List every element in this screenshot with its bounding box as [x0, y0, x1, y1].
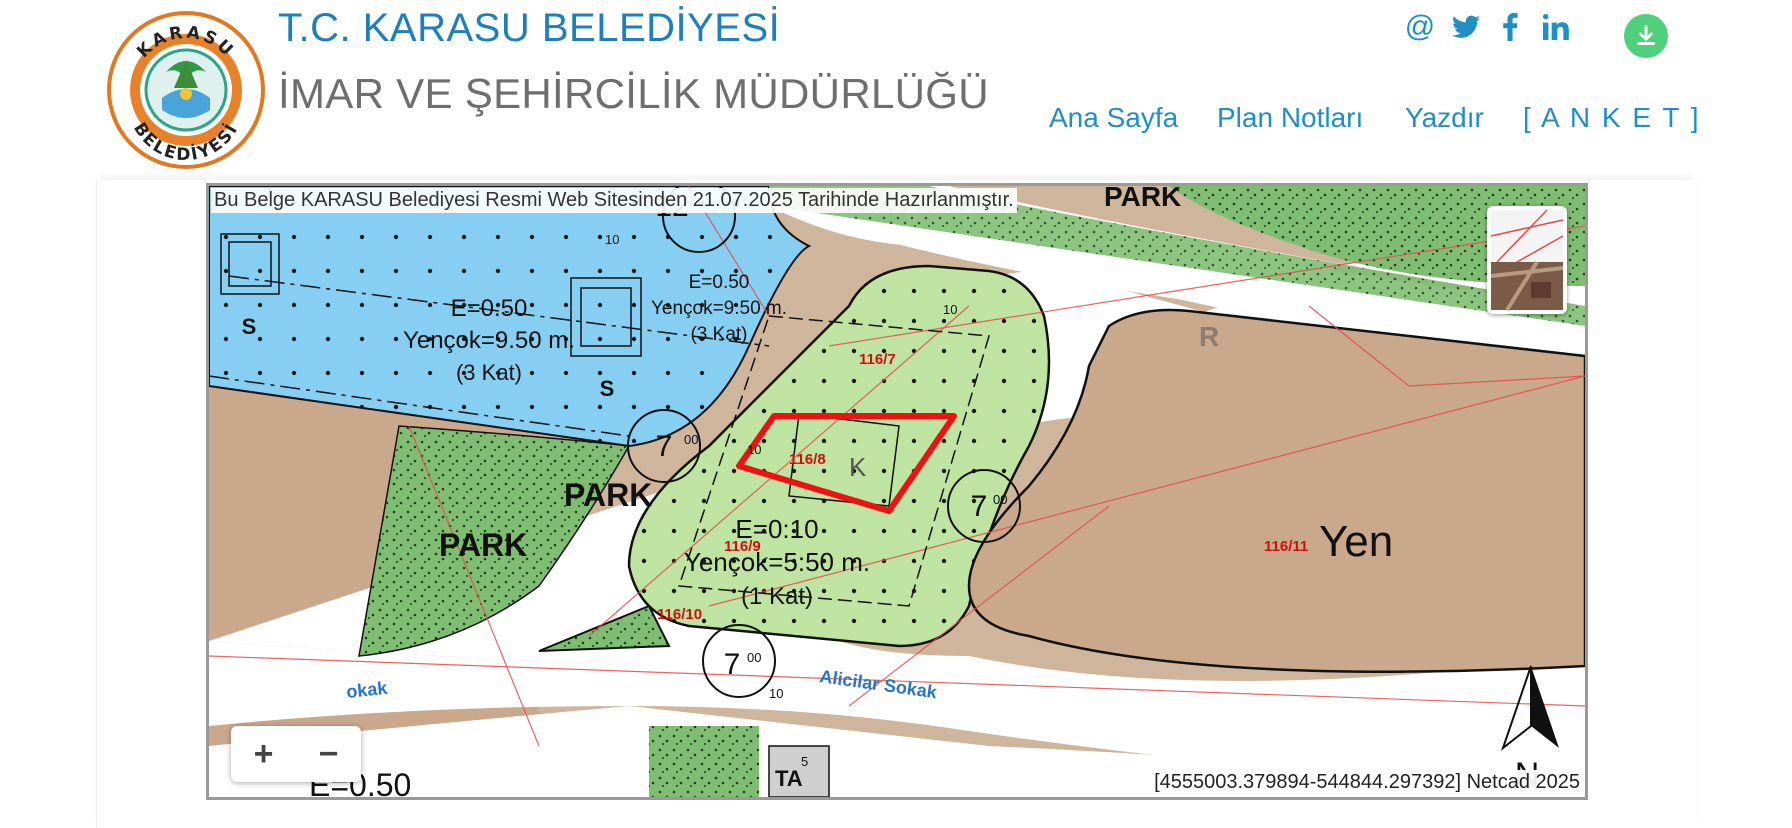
north-arrow-right-icon	[1531, 666, 1559, 748]
map-road-number-2: 7	[971, 490, 988, 523]
map-label-park-left-1: PARK	[564, 477, 652, 513]
basemap-switcher[interactable]	[1487, 206, 1567, 314]
map-label-green-yencok: Yençok=5:50 m.	[684, 547, 870, 577]
map-label-green-kat: (1 Kat)	[741, 583, 813, 610]
nav-survey-link[interactable]: [ A N K E T ]	[1523, 102, 1700, 134]
map-label-r: R	[1199, 321, 1219, 352]
document-notice: Bu Belge KARASU Belediyesi Resmi Web Sit…	[211, 188, 1017, 213]
map-label-blue-yencok: Yençok=9.50 m.	[403, 327, 575, 354]
map-label-five: 5	[801, 754, 808, 769]
nav-home-link[interactable]: Ana Sayfa	[1049, 102, 1178, 134]
map-label-park-top: PARK	[1104, 186, 1181, 212]
map-road-number-1: 7	[656, 430, 673, 463]
zoom-in-button[interactable]: +	[231, 726, 296, 782]
map-label-ten-3: 10	[747, 442, 761, 457]
map-road-sup-3: 00	[747, 650, 761, 665]
page-subtitle: İMAR VE ŞEHİRCİLİK MÜDÜRLÜĞÜ	[278, 70, 989, 117]
map-parcel-label-1: 116/7	[859, 351, 896, 368]
map-label-blue2-yencok: Yençok=9.50 m.	[651, 298, 787, 319]
map-label-yen: Yen	[1319, 517, 1393, 566]
linkedin-icon[interactable]	[1538, 10, 1574, 44]
facebook-icon[interactable]	[1497, 10, 1523, 44]
map-road-sup-1: 00	[684, 432, 698, 447]
map-parcel-label-2: 116/8	[789, 451, 826, 468]
map-label-blue2-e: E=0.50	[689, 272, 750, 293]
map-label-ten-2: 10	[943, 302, 957, 317]
map-label-k: K	[849, 452, 867, 482]
map-canvas[interactable]: PARK PARK PARK E=0.50 Yençok=9.50 m. (3 …	[209, 186, 1585, 797]
zoom-control: + −	[231, 726, 361, 782]
map-label-blue2-kat: (3 Kat)	[690, 324, 747, 345]
zoom-out-button[interactable]: −	[296, 726, 361, 782]
north-arrow-left-icon	[1500, 665, 1532, 751]
coordinate-readout: [4555003.379894-544844.297392] Netcad 20…	[1151, 770, 1583, 795]
map-label-s2: S	[600, 376, 615, 401]
map-parcel-label-3: 116/9	[724, 538, 761, 555]
map-label-blue-kat: (3 Kat)	[456, 360, 522, 385]
map-road-number-3: 7	[724, 648, 741, 681]
map-label-park-left-2: PARK	[439, 527, 527, 563]
download-icon[interactable]	[1624, 14, 1668, 58]
nav-plan-notes-link[interactable]: Plan Notları	[1217, 102, 1363, 134]
map-road-sup-2: 00	[993, 492, 1007, 507]
map-label-ten-4: 10	[769, 686, 783, 701]
map-parcel-label-5: 116/11	[1264, 538, 1308, 555]
map-label-ta: TA	[775, 766, 803, 791]
page-title: T.C. KARASU BELEDİYESİ	[278, 6, 781, 50]
map-label-blue-e: E=0.50	[451, 295, 528, 322]
municipality-logo[interactable]: KARASU BELEDİYESİ	[106, 10, 266, 170]
map-label-ten-1: 10	[605, 232, 619, 247]
zoning-map[interactable]: PARK PARK PARK E=0.50 Yençok=9.50 m. (3 …	[206, 183, 1588, 800]
map-parcel-label-4: 116/10	[657, 606, 702, 623]
twitter-icon[interactable]	[1448, 10, 1484, 44]
map-label-s1: S	[242, 314, 257, 339]
nav-print-link[interactable]: Yazdır	[1405, 102, 1484, 134]
at-icon[interactable]: @	[1402, 10, 1438, 44]
